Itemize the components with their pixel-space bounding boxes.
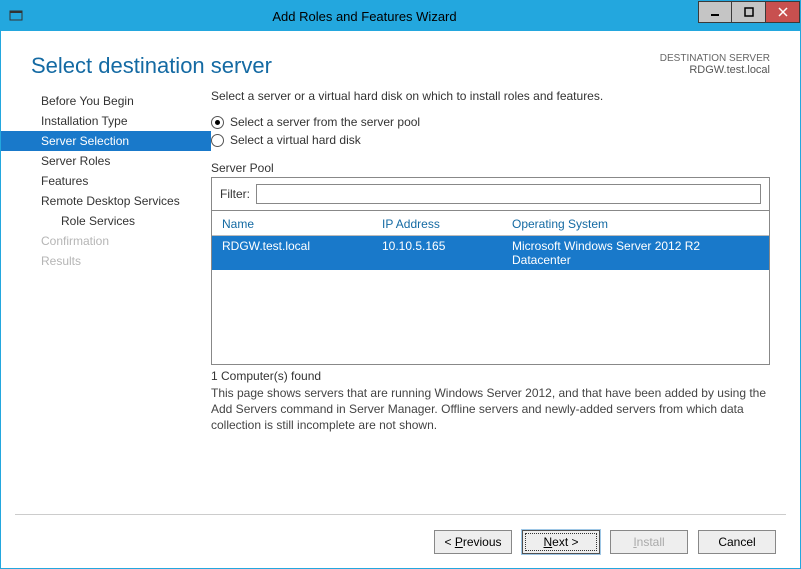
server-pool-label: Server Pool	[211, 161, 770, 175]
maximize-button[interactable]	[732, 1, 766, 23]
app-icon	[1, 1, 31, 31]
destination-block: DESTINATION SERVER RDGW.test.local	[660, 53, 770, 76]
window-controls	[698, 1, 800, 23]
nav-before-you-begin[interactable]: Before You Begin	[1, 91, 211, 111]
nav-installation-type[interactable]: Installation Type	[1, 111, 211, 131]
nav-role-services[interactable]: Role Services	[1, 211, 211, 231]
help-text: This page shows servers that are running…	[211, 385, 770, 434]
previous-button[interactable]: < Previous	[434, 530, 512, 554]
cell-name: RDGW.test.local	[222, 239, 382, 267]
content-area: Select destination server DESTINATION SE…	[1, 31, 800, 568]
next-button[interactable]: Next >	[522, 530, 600, 554]
radio-label: Select a virtual hard disk	[230, 133, 361, 147]
window-title: Add Roles and Features Wizard	[31, 9, 698, 24]
server-pool-box: Filter: Name IP Address Operating System…	[211, 177, 770, 365]
cell-os: Microsoft Windows Server 2012 R2 Datacen…	[512, 239, 759, 267]
nav-features[interactable]: Features	[1, 171, 211, 191]
nav-sidebar: Before You Begin Installation Type Serve…	[1, 89, 211, 514]
cancel-button[interactable]: Cancel	[698, 530, 776, 554]
header-row: Select destination server DESTINATION SE…	[1, 31, 800, 89]
minimize-button[interactable]	[698, 1, 732, 23]
nav-confirmation: Confirmation	[1, 231, 211, 251]
computers-found-text: 1 Computer(s) found	[211, 369, 770, 383]
nav-server-roles[interactable]: Server Roles	[1, 151, 211, 171]
nav-server-selection[interactable]: Server Selection	[1, 131, 211, 151]
filter-label: Filter:	[220, 187, 250, 201]
radio-virtual-hard-disk[interactable]: Select a virtual hard disk	[211, 133, 770, 147]
nav-remote-desktop-services[interactable]: Remote Desktop Services	[1, 191, 211, 211]
page-title: Select destination server	[31, 53, 660, 79]
destination-value: RDGW.test.local	[660, 64, 770, 76]
radio-server-pool[interactable]: Select a server from the server pool	[211, 115, 770, 129]
table-body: RDGW.test.local 10.10.5.165 Microsoft Wi…	[212, 236, 769, 364]
radio-icon	[211, 116, 224, 129]
filter-input[interactable]	[256, 184, 761, 204]
col-ip-header[interactable]: IP Address	[382, 217, 512, 231]
install-button: Install	[610, 530, 688, 554]
col-os-header[interactable]: Operating System	[512, 217, 759, 231]
filter-row: Filter:	[212, 178, 769, 211]
footer-buttons: < Previous Next > Install Cancel	[15, 514, 786, 568]
cell-ip: 10.10.5.165	[382, 239, 512, 267]
instruction-text: Select a server or a virtual hard disk o…	[211, 89, 770, 103]
titlebar: Add Roles and Features Wizard	[1, 1, 800, 31]
table-header: Name IP Address Operating System	[212, 211, 769, 236]
body-row: Before You Begin Installation Type Serve…	[1, 89, 800, 514]
main-panel: Select a server or a virtual hard disk o…	[211, 89, 770, 514]
wizard-window: Add Roles and Features Wizard Select des…	[0, 0, 801, 569]
table-row[interactable]: RDGW.test.local 10.10.5.165 Microsoft Wi…	[212, 236, 769, 270]
nav-results: Results	[1, 251, 211, 271]
col-name-header[interactable]: Name	[222, 217, 382, 231]
close-button[interactable]	[766, 1, 800, 23]
radio-label: Select a server from the server pool	[230, 115, 420, 129]
destination-label: DESTINATION SERVER	[660, 53, 770, 64]
radio-icon	[211, 134, 224, 147]
